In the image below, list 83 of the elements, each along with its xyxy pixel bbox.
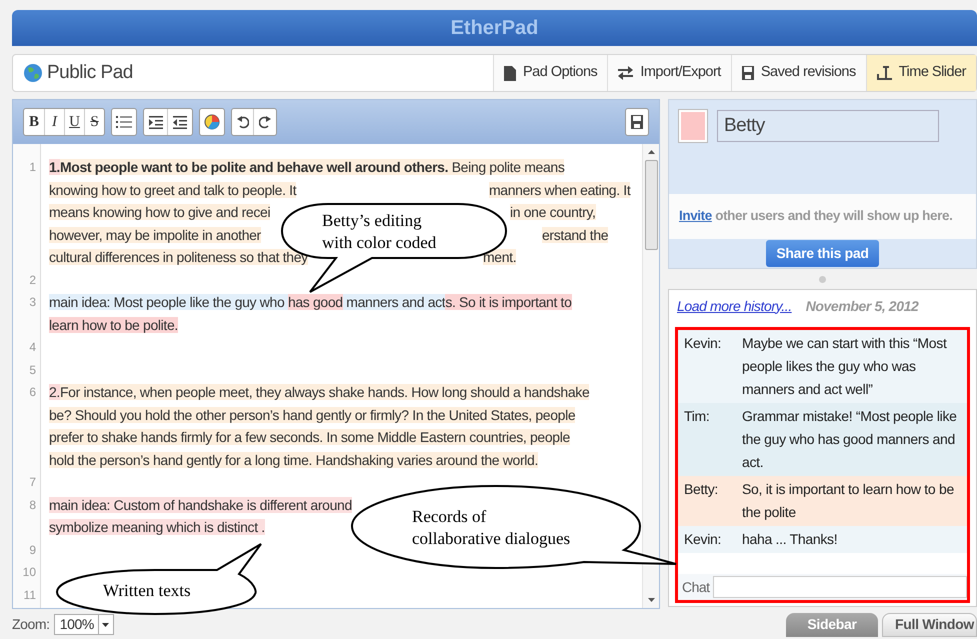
menu-button[interactable]: Import/Export bbox=[607, 55, 731, 91]
chat-author: Kevin: bbox=[684, 334, 722, 353]
strikethrough-button[interactable]: S bbox=[84, 109, 104, 135]
app-title: EtherPad bbox=[12, 10, 977, 46]
line-number: 3 bbox=[28, 294, 37, 311]
text-run: be? Should you hold the other person’s hand gently or firmly? In the United States, people bbox=[49, 406, 576, 425]
menu-button[interactable]: Pad Options bbox=[493, 55, 608, 91]
load-more-link[interactable]: Load more history... bbox=[677, 296, 792, 316]
swap-arrows-icon bbox=[618, 66, 634, 80]
save-button[interactable] bbox=[625, 108, 649, 136]
italic-button[interactable]: I bbox=[44, 109, 64, 135]
text-run: prefer to shake hands firmly for a few seconds. In some Middle Eastern countries, people bbox=[49, 428, 570, 447]
text-run: erstand the bbox=[542, 226, 608, 244]
callout-text: Written texts bbox=[103, 580, 191, 602]
outdent-icon bbox=[173, 116, 187, 128]
callout-text: with color coded bbox=[322, 232, 436, 254]
scroll-down-icon[interactable] bbox=[648, 598, 654, 602]
globe-icon bbox=[23, 63, 43, 83]
chat-author: Betty: bbox=[684, 480, 719, 499]
list-button[interactable] bbox=[111, 108, 137, 136]
line-number: 1 bbox=[28, 159, 37, 176]
text-run: symbolize meaning which is distinct . bbox=[49, 518, 265, 537]
scroll-up-icon[interactable] bbox=[648, 150, 654, 154]
floppy-icon bbox=[742, 66, 754, 80]
underline-button[interactable]: U bbox=[64, 109, 84, 135]
text-run: main idea: Custom of handshake is different around bbox=[49, 496, 352, 514]
text-run: 1.Most people want to be polite and behave well around others. Being polite means bbox=[49, 158, 564, 177]
text-run: knowing how to greet and talk to people. It bbox=[49, 182, 296, 198]
text-run: cultural differences in politeness so that they bbox=[49, 249, 308, 265]
name-field[interactable]: Betty bbox=[717, 110, 939, 142]
color-button[interactable] bbox=[199, 108, 225, 136]
line-number: 2 bbox=[28, 272, 37, 288]
user-color-swatch[interactable] bbox=[679, 110, 707, 142]
chat-input[interactable] bbox=[712, 576, 967, 598]
list-icon bbox=[116, 115, 132, 129]
line-number: 10 bbox=[22, 564, 37, 581]
resize-handle[interactable] bbox=[819, 276, 826, 282]
bold-button[interactable]: B bbox=[24, 109, 44, 135]
chat-label: Chat bbox=[682, 578, 710, 596]
text-run: hold the person’s hand gently for a long time. Handshaking varies around the world. bbox=[49, 450, 538, 470]
callout-text: Records of bbox=[412, 506, 488, 528]
window-button[interactable]: Full Window bbox=[882, 612, 977, 636]
share-button[interactable]: Share this pad bbox=[766, 240, 879, 267]
redo-icon bbox=[259, 115, 271, 129]
line-number: 6 bbox=[28, 384, 37, 401]
text-run: main idea: Most people like the guy who has good manners and acts. So it is important to bbox=[49, 293, 572, 312]
undo-icon bbox=[236, 115, 248, 129]
line-number: 7 bbox=[28, 474, 37, 491]
pad-name: Public Pad bbox=[47, 60, 133, 85]
scrollbar[interactable] bbox=[642, 144, 659, 608]
line-number: 9 bbox=[28, 542, 37, 558]
callout-text: Betty’s editing bbox=[322, 210, 423, 232]
text-run: in one country, bbox=[510, 203, 596, 222]
text-run: learn how to be polite. bbox=[49, 316, 178, 335]
indent-icon bbox=[148, 116, 162, 128]
invite-link[interactable]: Invite bbox=[679, 208, 712, 224]
chat-date: November 5, 2012 bbox=[806, 296, 918, 316]
zoom-select[interactable]: 100% bbox=[54, 614, 114, 635]
menu-button[interactable]: Saved revisions bbox=[730, 55, 866, 91]
dropdown-arrow-icon bbox=[102, 622, 110, 626]
text-run: however, may be impolite in another bbox=[49, 226, 261, 242]
scroll-thumb[interactable] bbox=[644, 160, 658, 250]
invite-text: Invite other users and they will show up here. bbox=[679, 207, 952, 226]
text-run: means knowing how to give and recei bbox=[49, 204, 270, 220]
callout-text: collaborative dialogues bbox=[412, 528, 570, 550]
chat-text: haha ... Thanks! bbox=[742, 530, 838, 549]
chat-author: Kevin: bbox=[684, 530, 722, 549]
slider-icon bbox=[876, 66, 892, 80]
line-number: 8 bbox=[28, 496, 37, 514]
line-number: 5 bbox=[28, 362, 37, 378]
color-wheel-icon bbox=[204, 114, 220, 130]
text-run: 2.For instance, when people meet, they always shake hands. How long should a handshake bbox=[49, 383, 590, 402]
line-number: 4 bbox=[28, 339, 37, 356]
text-run: ment. bbox=[483, 248, 516, 267]
floppy-icon bbox=[631, 115, 643, 129]
chat-author: Tim: bbox=[684, 407, 710, 426]
text-run: manners when eating. It bbox=[489, 180, 630, 200]
chat-text: Grammar mistake! “Most people like the guy who has good manners and act. bbox=[742, 407, 958, 472]
menu-button[interactable]: Time Slider bbox=[866, 55, 976, 91]
page-icon bbox=[504, 66, 516, 80]
chat-text: Maybe we can start with this “Most people likes the guy who was manners and act well” bbox=[742, 334, 948, 399]
zoom-label: Zoom: bbox=[12, 615, 50, 634]
line-number: 11 bbox=[22, 586, 37, 604]
